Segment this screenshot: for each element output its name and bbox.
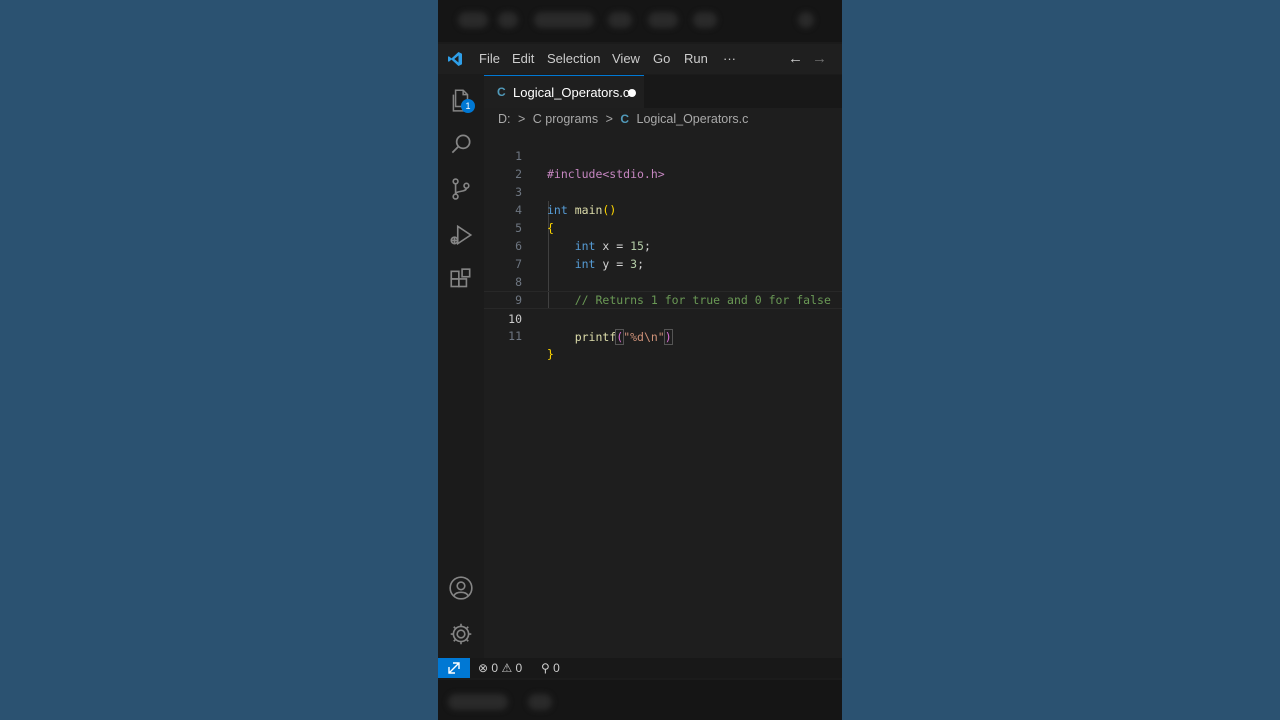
c-file-icon: C [497, 85, 506, 99]
breadcrumb-chevron-icon: > [517, 112, 526, 126]
gear-icon[interactable] [448, 621, 474, 647]
menu-file[interactable]: File [479, 51, 500, 66]
menu-selection[interactable]: Selection [547, 51, 600, 66]
code-line[interactable]: 6 int y = 3; [484, 219, 842, 271]
extensions-icon[interactable] [448, 267, 474, 293]
function-call: printf [574, 330, 617, 344]
breadcrumb-file[interactable]: Logical_Operators.c [637, 112, 749, 126]
code-line[interactable]: 3 int main() [484, 165, 842, 217]
code-line[interactable]: 11 } [484, 309, 842, 361]
ports-item[interactable]: ⚲ 0 [541, 661, 560, 675]
breadcrumb-chevron-icon: > [605, 112, 613, 126]
warning-icon: ⚠ [501, 661, 513, 675]
errors-item[interactable]: ⊗ 0 ⚠ 0 [478, 661, 522, 675]
outer-background-right [842, 0, 1280, 720]
blurred-top-region [438, 0, 842, 42]
forward-arrow-icon[interactable]: → [812, 50, 827, 67]
breadcrumb-drive[interactable]: D: [498, 112, 511, 126]
activity-bar: 1 [438, 75, 484, 658]
back-arrow-icon[interactable]: ← [788, 50, 803, 67]
tab-logical-operators[interactable]: C Logical_Operators.c [484, 75, 644, 108]
menu-more[interactable]: ··· [723, 51, 736, 66]
code-line[interactable]: 2 [484, 147, 842, 181]
breadcrumb: D: > C programs > C Logical_Operators.c [498, 112, 752, 130]
outer-background-left [0, 0, 438, 720]
menu-view[interactable]: View [612, 51, 640, 66]
ports-count: 0 [553, 661, 560, 675]
title-bar: File Edit Selection View Go Run ··· ← → [438, 44, 842, 74]
source-control-icon[interactable] [448, 176, 474, 202]
explorer-badge: 1 [461, 99, 475, 113]
paren: ) [663, 329, 673, 345]
error-count: 0 [491, 661, 499, 675]
close-brace: } [547, 347, 554, 361]
code-line-current[interactable]: 10 printf("%d\n") [484, 291, 842, 345]
unsaved-dot-icon[interactable] [628, 89, 636, 97]
breadcrumb-folder[interactable]: C programs [533, 112, 598, 126]
menu-run[interactable]: Run [684, 51, 708, 66]
code-line[interactable]: 8 // Returns 1 for true and 0 for false [484, 255, 842, 307]
line-number: 11 [508, 329, 522, 343]
blurred-bottom-region [438, 680, 842, 720]
vscode-window: File Edit Selection View Go Run ··· ← → … [438, 0, 842, 720]
warning-count: 0 [515, 661, 523, 675]
antenna-icon: ⚲ [541, 661, 550, 675]
code-line[interactable]: 4 { [484, 183, 842, 235]
menu-edit[interactable]: Edit [512, 51, 534, 66]
vscode-logo-icon [448, 52, 462, 66]
code-line[interactable]: 1 #include<stdio.h> [484, 129, 842, 181]
account-icon[interactable] [448, 575, 474, 601]
code-line[interactable]: 5 int x = 15; [484, 201, 842, 253]
remote-icon[interactable] [438, 658, 470, 678]
search-icon[interactable] [448, 131, 474, 157]
status-bar: ⊗ 0 ⚠ 0 ⚲ 0 [438, 658, 842, 678]
editor-area: C Logical_Operators.c D: > C programs > … [484, 75, 842, 658]
tab-label: Logical_Operators.c [513, 85, 630, 100]
error-icon: ⊗ [478, 661, 489, 675]
menu-go[interactable]: Go [653, 51, 670, 66]
code-line[interactable]: 7 [484, 237, 842, 271]
run-debug-icon[interactable] [448, 222, 474, 248]
c-file-icon: C [620, 112, 630, 126]
code-line[interactable]: 9 [484, 273, 842, 307]
string-literal: "%d\n" [623, 330, 665, 344]
tab-bar: C Logical_Operators.c [484, 75, 842, 108]
